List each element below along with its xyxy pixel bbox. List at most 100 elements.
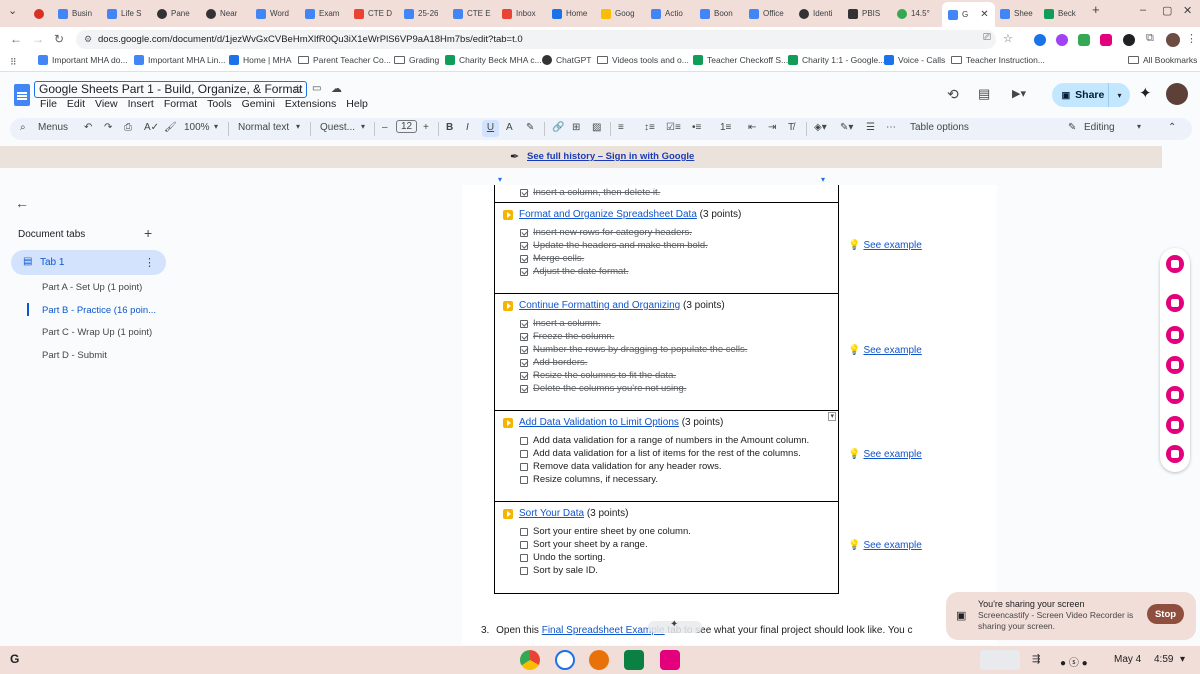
extension-icon[interactable] [1100, 34, 1112, 46]
decrease-indent-icon[interactable]: ⇤ [748, 122, 756, 133]
bookmark-item[interactable]: ChatGPT [542, 55, 591, 65]
menu-extensions[interactable]: Extensions [285, 98, 336, 110]
install-icon[interactable]: ⎚ [983, 32, 991, 43]
version-history-icon[interactable]: ⟲ [947, 86, 959, 103]
collapse-toolbar-icon[interactable]: ⌃ [1168, 122, 1176, 133]
increase-indent-icon[interactable]: ⇥ [768, 122, 776, 133]
move-folder-icon[interactable]: ▭ [312, 83, 321, 94]
font-size-input[interactable]: 12 [396, 120, 418, 133]
browser-tab[interactable]: Word [256, 3, 289, 24]
browser-tab[interactable]: Shee [1000, 3, 1033, 24]
checkbox-icon[interactable] [520, 540, 528, 549]
apps-grid-icon[interactable]: ⠿ [10, 57, 17, 68]
checkbox-icon[interactable] [520, 462, 528, 471]
browser-tab[interactable]: Beck [1044, 3, 1076, 24]
browser-tab[interactable]: Boon [700, 3, 733, 24]
final-example-link[interactable]: Final Spreadsheet Example [542, 625, 665, 636]
decrease-font-size-icon[interactable]: – [382, 122, 388, 133]
menu-tools[interactable]: Tools [207, 98, 232, 110]
browser-tab[interactable]: Near [206, 3, 237, 24]
bookmark-item[interactable]: Home | MHA [229, 55, 292, 65]
search-menus-icon[interactable]: ⌕ [20, 122, 26, 133]
close-tab-icon[interactable]: ✕ [980, 9, 988, 20]
print-icon[interactable]: ⎙ [124, 122, 132, 133]
browser-tab[interactable]: PBIS [848, 3, 880, 24]
classroom-app-icon[interactable] [624, 650, 644, 670]
outline-item[interactable]: Part D - Submit [42, 350, 107, 361]
checklist-item[interactable]: Remove data validation for any header ro… [520, 460, 830, 473]
undo-icon[interactable]: ↶ [84, 122, 92, 133]
add-tab-icon[interactable]: + [144, 225, 152, 241]
menu-insert[interactable]: Insert [128, 98, 154, 110]
share-dropdown-icon[interactable]: ▾ [1108, 83, 1130, 107]
browser-tab[interactable]: Goog [601, 3, 635, 24]
checklist-item[interactable]: Delete the columns you're not using. [520, 382, 830, 395]
see-full-history-link[interactable]: See full history – Sign in with Google [527, 151, 694, 162]
profile-avatar[interactable] [1166, 33, 1180, 47]
tab-item-tab-1[interactable]: ▤ Tab 1 ⋮ [11, 250, 166, 275]
reload-icon[interactable]: ↻ [54, 32, 64, 46]
section-link[interactable]: Add Data Validation to Limit Options [519, 417, 679, 428]
browser-tab[interactable]: Office [749, 3, 784, 24]
gemini-spark-icon[interactable]: ✦ [1139, 84, 1152, 102]
table-column-marker-icon[interactable]: ▾ [498, 175, 502, 184]
comments-icon[interactable]: ▤ [978, 86, 990, 102]
numbered-list-icon[interactable]: 1≡ [720, 122, 731, 133]
browser-tab[interactable] [34, 3, 44, 24]
menu-view[interactable]: View [95, 98, 118, 110]
browser-tab[interactable]: CTE E [453, 3, 491, 24]
checkbox-checked-icon[interactable] [520, 358, 528, 367]
line-spacing-icon[interactable]: ↕≡ [644, 122, 655, 133]
browser-tab[interactable]: 14.5° [897, 3, 930, 24]
menu-help[interactable]: Help [346, 98, 368, 110]
docs-logo-icon[interactable] [14, 84, 30, 106]
checkbox-checked-icon[interactable] [520, 345, 528, 354]
checklist-item[interactable]: Sort by sale ID. [520, 564, 830, 577]
extension-icon[interactable] [1056, 34, 1068, 46]
document-title[interactable]: Google Sheets Part 1 - Build, Organize, … [34, 81, 308, 98]
checklist-item[interactable]: Add data validation for a list of items … [520, 447, 830, 460]
back-icon[interactable]: ← [10, 32, 22, 46]
clock-label[interactable]: 4:59 [1154, 654, 1173, 665]
checklist-item[interactable]: Insert a column, then delete it. [520, 186, 830, 199]
site-info-icon[interactable]: ⚙ [84, 34, 92, 45]
checkbox-icon[interactable] [520, 527, 528, 536]
save-icon[interactable] [1166, 386, 1184, 404]
checklist-item[interactable]: Resize columns, if necessary. [520, 473, 830, 486]
see-example-link[interactable]: See example [863, 240, 921, 251]
checkbox-icon[interactable] [520, 566, 528, 575]
checkbox-checked-icon[interactable] [520, 371, 528, 380]
checklist-icon[interactable]: ☑≡ [666, 122, 681, 133]
browser-tab[interactable]: Identi [799, 3, 833, 24]
bookmark-folder[interactable]: Videos tools and o... [597, 55, 689, 65]
menus-search[interactable]: Menus [38, 122, 68, 133]
checkbox-checked-icon[interactable] [520, 332, 528, 341]
checkbox-icon[interactable] [520, 449, 528, 458]
checklist-item[interactable]: Number the rows by dragging to populate … [520, 343, 830, 356]
style-select[interactable]: Normal text [238, 122, 289, 133]
checklist-item[interactable]: Add data validation for a range of numbe… [520, 434, 830, 447]
spellcheck-icon[interactable]: A✓ [144, 122, 159, 133]
bulleted-list-icon[interactable]: •≡ [692, 122, 701, 133]
menu-edit[interactable]: Edit [67, 98, 85, 110]
tab-search-icon[interactable]: ⌄ [8, 4, 17, 17]
browser-tab[interactable]: Inbox [502, 3, 536, 24]
minimize-icon[interactable]: – [1140, 4, 1146, 16]
play-recording-icon[interactable] [1166, 294, 1184, 312]
paint-format-icon[interactable]: 🖌 [164, 122, 177, 133]
see-example-link[interactable]: See example [863, 449, 921, 460]
browser-tab[interactable]: Exam [305, 3, 339, 24]
menu-format[interactable]: Format [164, 98, 197, 110]
forward-icon[interactable]: → [32, 32, 44, 46]
checklist-item[interactable]: Merge cells. [520, 252, 830, 265]
bookmark-folder[interactable]: Parent Teacher Co... [298, 55, 391, 65]
chat-icon[interactable] [1166, 445, 1184, 463]
maximize-icon[interactable]: ▢ [1162, 4, 1172, 17]
bookmark-item[interactable]: Important MHA do... [38, 55, 128, 65]
italic-icon[interactable]: I [466, 122, 469, 133]
browser-tab[interactable]: Pane [157, 3, 190, 24]
account-avatar[interactable] [1166, 83, 1188, 105]
section-link[interactable]: Continue Formatting and Organizing [519, 300, 680, 311]
cell-background-icon[interactable]: ◈▾ [814, 122, 827, 133]
insert-image-icon[interactable]: ▨ [592, 122, 601, 133]
